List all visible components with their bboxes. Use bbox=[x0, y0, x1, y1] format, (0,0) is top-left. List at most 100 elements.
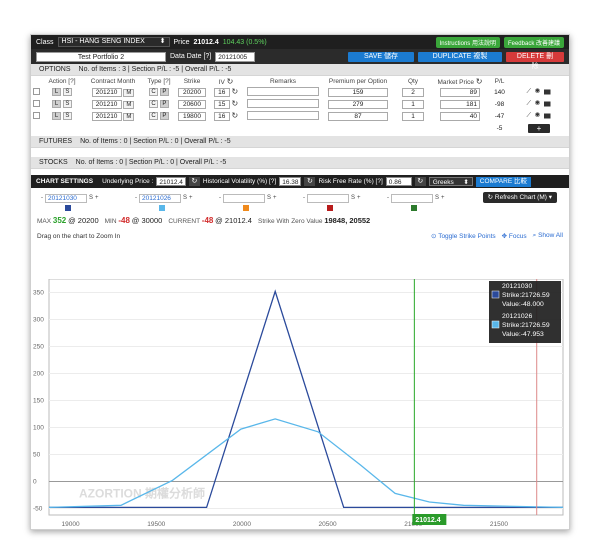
short-toggle[interactable]: S bbox=[62, 112, 72, 120]
rf-refresh-icon[interactable]: ↻ bbox=[414, 177, 426, 186]
eye-icon[interactable]: ◉ bbox=[535, 100, 541, 107]
premium-input[interactable]: 159 bbox=[328, 87, 388, 97]
row-checkbox[interactable] bbox=[32, 87, 40, 95]
target-icon: ⊙ bbox=[431, 233, 437, 240]
chart-line-icon[interactable]: ⟋ bbox=[527, 112, 533, 119]
date-plus-button[interactable]: + bbox=[273, 195, 277, 201]
iv-input[interactable]: 15 bbox=[213, 100, 230, 109]
date-minus-button[interactable]: - bbox=[219, 195, 221, 201]
underlying-refresh-icon[interactable]: ↻ bbox=[188, 177, 200, 186]
hv-input[interactable]: 16.38 bbox=[279, 177, 302, 186]
payoff-chart[interactable]: -50 0 50 100 150 200 250 300 350 19000 19500 20000 2… bbox=[31, 278, 571, 531]
date-s-button[interactable]: S bbox=[183, 195, 187, 201]
instructions-button[interactable]: Instructions 用法說明 bbox=[435, 36, 500, 48]
iv-input[interactable]: 16 bbox=[213, 112, 230, 121]
delete-button[interactable]: DELETE 刪除 bbox=[506, 51, 564, 70]
iv-row-refresh-icon[interactable]: ↻ bbox=[232, 87, 239, 96]
date-minus-button[interactable]: - bbox=[387, 195, 389, 201]
rf-input[interactable]: 0.86 bbox=[385, 177, 412, 186]
date-input[interactable]: 20121026 bbox=[139, 193, 181, 203]
trash-icon[interactable]: ▆ bbox=[544, 100, 552, 107]
eye-icon[interactable]: ◉ bbox=[535, 88, 541, 95]
iv-row-refresh-icon[interactable]: ↻ bbox=[232, 99, 239, 108]
refresh-chart-button[interactable]: ↻ Refresh Chart (M) ▾ bbox=[482, 192, 557, 203]
greeks-select[interactable]: Greeks ⬍ bbox=[428, 177, 473, 186]
class-select[interactable]: HSI - HANG SENG INDEX ⬍ bbox=[57, 37, 170, 47]
row-checkbox[interactable] bbox=[32, 111, 40, 119]
remarks-input[interactable] bbox=[247, 86, 319, 96]
date-input[interactable] bbox=[391, 193, 433, 203]
long-toggle[interactable]: L bbox=[52, 112, 62, 120]
remarks-input[interactable] bbox=[247, 110, 319, 120]
underlying-input[interactable]: 21012.4 bbox=[156, 177, 186, 186]
qty-input[interactable]: 2 bbox=[402, 87, 424, 97]
date-input[interactable]: 20121030 bbox=[45, 193, 87, 203]
date-minus-button[interactable]: - bbox=[41, 195, 43, 201]
duplicate-button[interactable]: DUPLICATE 複製 bbox=[418, 51, 502, 62]
short-toggle[interactable]: S bbox=[62, 88, 72, 96]
date-minus-button[interactable]: - bbox=[303, 195, 305, 201]
date-s-button[interactable]: S bbox=[267, 195, 271, 201]
portfolio-name-input[interactable]: Test Portfolio 2 bbox=[36, 51, 166, 62]
long-toggle[interactable]: L bbox=[52, 100, 62, 108]
date-plus-button[interactable]: + bbox=[357, 195, 361, 201]
market-refresh-icon[interactable]: ↻ bbox=[476, 77, 483, 86]
trash-icon[interactable]: ▆ bbox=[544, 112, 552, 119]
premium-input[interactable]: 279 bbox=[328, 99, 388, 109]
short-toggle[interactable]: S bbox=[62, 100, 72, 108]
call-toggle[interactable]: C bbox=[149, 88, 159, 96]
save-button[interactable]: SAVE 儲存 bbox=[348, 51, 414, 62]
premium-input[interactable]: 87 bbox=[328, 111, 388, 121]
month-button[interactable]: M bbox=[123, 100, 135, 109]
iv-row-refresh-icon[interactable]: ↻ bbox=[232, 111, 239, 120]
date-plus-button[interactable]: + bbox=[441, 195, 445, 201]
contract-month-input[interactable]: 201210 bbox=[91, 99, 122, 109]
date-input[interactable] bbox=[307, 193, 349, 203]
call-toggle[interactable]: C bbox=[149, 112, 159, 120]
remarks-input[interactable] bbox=[247, 98, 319, 108]
data-date-input[interactable]: 20121005 bbox=[215, 51, 256, 62]
hv-refresh-icon[interactable]: ↻ bbox=[304, 177, 316, 186]
strike-input[interactable]: 20600 bbox=[178, 99, 206, 109]
feedback-button[interactable]: Feedback 改善建議 bbox=[503, 36, 564, 48]
market-price-input[interactable]: 40 bbox=[440, 111, 480, 121]
compare-button[interactable]: COMPARE 比較 bbox=[475, 176, 531, 187]
chart-line-icon[interactable]: ⟋ bbox=[527, 88, 533, 95]
strike-input[interactable]: 20200 bbox=[178, 87, 206, 97]
put-toggle[interactable]: P bbox=[159, 88, 169, 96]
col-qty: Qty bbox=[407, 77, 419, 85]
show-all-link[interactable]: ⌕ Show All bbox=[533, 232, 563, 240]
market-price-input[interactable]: 89 bbox=[440, 87, 480, 97]
toggle-strike-points-link[interactable]: ⊙ Toggle Strike Points bbox=[431, 232, 496, 240]
add-option-button[interactable]: + bbox=[528, 123, 550, 133]
strike-input[interactable]: 19800 bbox=[178, 111, 206, 121]
market-price-input[interactable]: 181 bbox=[440, 99, 480, 109]
qty-input[interactable]: 1 bbox=[402, 111, 424, 121]
focus-link[interactable]: ✥ Focus bbox=[502, 232, 527, 240]
contract-month-input[interactable]: 201210 bbox=[91, 87, 122, 97]
stats-row: MAX 352 @ 20200 MIN -48 @ 30000 CURRENT … bbox=[31, 214, 569, 226]
payoff-chart-container[interactable]: -50 0 50 100 150 200 250 300 350 19000 19500 20000 2… bbox=[31, 278, 571, 531]
iv-refresh-icon[interactable]: ↻ bbox=[227, 77, 234, 86]
plot-area[interactable] bbox=[48, 278, 564, 516]
date-plus-button[interactable]: + bbox=[189, 195, 193, 201]
date-plus-button[interactable]: + bbox=[95, 195, 99, 201]
iv-input[interactable]: 16 bbox=[213, 88, 230, 97]
date-input[interactable] bbox=[223, 193, 265, 203]
date-minus-button[interactable]: - bbox=[135, 195, 137, 201]
date-s-button[interactable]: S bbox=[435, 195, 439, 201]
date-s-button[interactable]: S bbox=[89, 195, 93, 201]
put-toggle[interactable]: P bbox=[159, 100, 169, 108]
month-button[interactable]: M bbox=[123, 88, 135, 97]
eye-icon[interactable]: ◉ bbox=[535, 112, 541, 119]
qty-input[interactable]: 1 bbox=[402, 99, 424, 109]
contract-month-input[interactable]: 201210 bbox=[91, 111, 122, 121]
long-toggle[interactable]: L bbox=[52, 88, 62, 96]
trash-icon[interactable]: ▆ bbox=[544, 88, 552, 95]
row-checkbox[interactable] bbox=[32, 99, 40, 107]
chart-line-icon[interactable]: ⟋ bbox=[527, 100, 533, 107]
date-s-button[interactable]: S bbox=[351, 195, 355, 201]
call-toggle[interactable]: C bbox=[149, 100, 159, 108]
put-toggle[interactable]: P bbox=[159, 112, 169, 120]
month-button[interactable]: M bbox=[123, 112, 135, 121]
